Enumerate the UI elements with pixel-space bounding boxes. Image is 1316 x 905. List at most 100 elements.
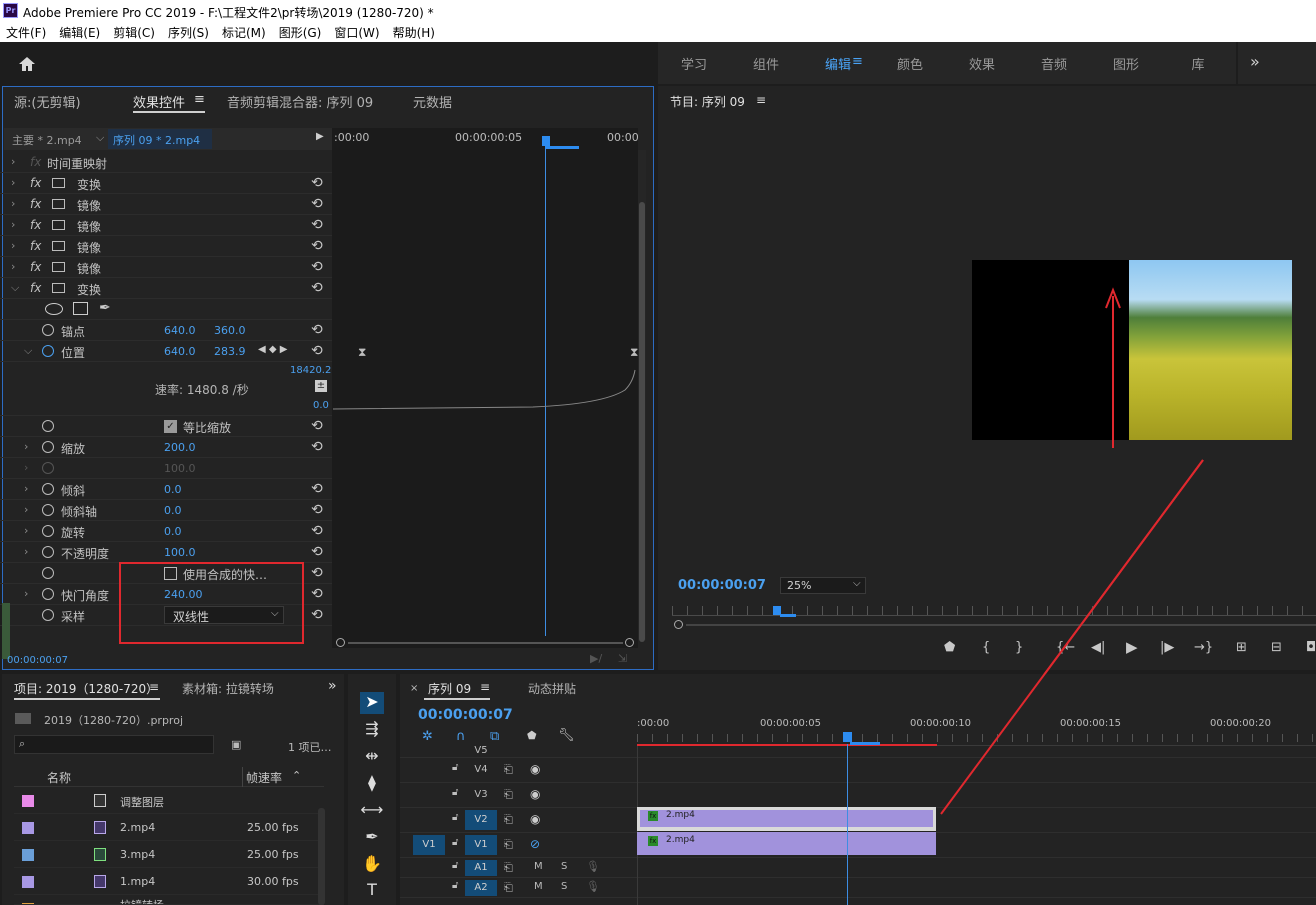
reset-icon[interactable]: ⟲ (311, 439, 323, 455)
step-back-icon[interactable]: ◀| (1091, 640, 1105, 655)
reset-icon[interactable]: ⟲ (311, 418, 323, 434)
fx-icon[interactable]: fx (30, 239, 41, 253)
motion-icon[interactable] (52, 262, 65, 272)
sync-lock-icon[interactable]: ⎗ (504, 861, 513, 875)
workspace-menu-icon[interactable]: ≡ (852, 54, 863, 69)
microphone-icon[interactable]: 🎙︎ (586, 880, 600, 893)
track-label[interactable]: V4 (465, 760, 497, 780)
chevron-down-icon[interactable]: ⌵ (11, 281, 19, 295)
hand-tool-icon[interactable]: ✋ (360, 854, 384, 876)
microphone-icon[interactable]: 🎙︎ (586, 860, 600, 873)
project-item[interactable]: 调整图层 (14, 787, 324, 814)
reset-icon[interactable]: ⟲ (311, 523, 323, 539)
effect-row-transform[interactable]: › fx 变换 ⟲ (0, 173, 332, 194)
track-label[interactable]: A1 (465, 860, 497, 876)
track-label[interactable]: V3 (465, 785, 497, 805)
program-title[interactable]: 节目: 序列 09 (670, 93, 745, 110)
rotation-value[interactable]: 0.0 (164, 525, 182, 538)
lock-icon[interactable]: 🔓︎ (452, 880, 458, 891)
project-menu-icon[interactable]: ≡ (149, 680, 159, 694)
property-rotation[interactable]: › 旋转 0.0 ⟲ (0, 521, 332, 542)
fx-icon[interactable]: fx (30, 281, 41, 295)
label-color[interactable] (22, 822, 34, 834)
position-y-value[interactable]: 283.9 (214, 345, 246, 358)
workspace-assembly[interactable]: 组件 (730, 54, 802, 73)
keyframe-nav-icon[interactable]: ◀ ◆ ▶ (258, 344, 287, 355)
lift-icon[interactable]: ⊞ (1236, 640, 1247, 655)
effect-timecode[interactable]: 00:00:00:07 (7, 655, 68, 666)
menu-window[interactable]: 窗口(W) (334, 24, 379, 41)
motion-icon[interactable] (52, 241, 65, 251)
program-scrollbar[interactable] (672, 620, 1316, 630)
property-opacity[interactable]: › 不透明度 100.0 ⟲ (0, 542, 332, 563)
workspace-audio[interactable]: 音频 (1018, 54, 1090, 73)
type-tool-icon[interactable]: T (360, 880, 384, 902)
mark-out-icon[interactable]: } (1015, 640, 1023, 655)
skew-axis-value[interactable]: 0.0 (164, 504, 182, 517)
lock-icon[interactable]: 🔓︎ (452, 860, 458, 871)
stopwatch-icon[interactable] (42, 588, 54, 600)
sync-lock-icon[interactable]: ⎗ (504, 763, 513, 777)
clip-v2[interactable]: fx 2.mp4 (637, 807, 936, 831)
play-icon[interactable]: ▶ (1126, 638, 1138, 656)
step-forward-icon[interactable]: |▶ (1160, 640, 1174, 655)
menu-marker[interactable]: 标记(M) (222, 24, 266, 41)
eye-icon[interactable]: ◉ (530, 762, 540, 776)
export-frame-icon[interactable]: ◘ (1306, 640, 1316, 655)
eye-icon[interactable]: ◉ (530, 812, 540, 826)
stopwatch-icon[interactable] (42, 567, 54, 579)
chevron-right-icon[interactable]: › (11, 260, 15, 273)
project-scrollbar[interactable] (318, 808, 325, 905)
label-color[interactable] (22, 876, 34, 888)
workspace-editing[interactable]: 编辑 (802, 54, 874, 73)
project-search-input[interactable]: ⌕ (14, 735, 214, 754)
go-to-out-icon[interactable]: →} (1194, 640, 1213, 655)
ripple-edit-tool-icon[interactable]: ⇹ (360, 746, 384, 768)
lock-icon[interactable]: 🔓︎ (452, 812, 458, 823)
razor-tool-icon[interactable]: ⧫ (360, 773, 384, 795)
eye-hidden-icon[interactable]: ⊘ (530, 837, 540, 851)
fx-icon[interactable]: fx (30, 218, 41, 232)
project-item[interactable]: 3.mp4 25.00 fps (14, 841, 324, 868)
chevron-right-icon[interactable]: › (11, 176, 15, 189)
sync-lock-icon[interactable]: ⎗ (504, 788, 513, 802)
effect-row-mirror[interactable]: › fx 镜像 ⟲ (0, 236, 332, 257)
motion-icon[interactable] (52, 199, 65, 209)
solo-button[interactable]: S (561, 881, 567, 892)
tab-effect-controls[interactable]: 效果控件 (133, 92, 185, 111)
reset-icon[interactable]: ⟲ (311, 607, 323, 623)
sync-lock-icon[interactable]: ⎗ (504, 838, 513, 852)
column-name[interactable]: 名称 (47, 769, 71, 786)
scale-value[interactable]: 200.0 (164, 441, 196, 454)
mark-in-icon[interactable]: { (982, 640, 990, 655)
fx-icon[interactable]: fx (30, 260, 41, 274)
opacity-value[interactable]: 100.0 (164, 546, 196, 559)
lock-icon[interactable]: 🔓︎ (452, 837, 458, 848)
program-ruler[interactable] (672, 606, 1316, 616)
velocity-graph[interactable] (333, 362, 638, 412)
stopwatch-icon[interactable] (42, 525, 54, 537)
reset-icon[interactable]: ⟲ (311, 238, 323, 254)
reset-icon[interactable]: ⟲ (311, 502, 323, 518)
reset-icon[interactable]: ⟲ (311, 322, 323, 338)
chevron-right-icon[interactable]: › (11, 197, 15, 210)
more-panels-icon[interactable]: » (328, 678, 337, 694)
source-patch[interactable]: V1 (413, 835, 445, 855)
sort-icon[interactable]: ⌃ (292, 769, 301, 782)
new-bin-icon[interactable]: ▣ (231, 738, 241, 751)
tab-menu-icon[interactable]: ≡ (194, 92, 205, 107)
menu-edit[interactable]: 编辑(E) (59, 24, 100, 41)
workspace-learn[interactable]: 学习 (658, 54, 730, 73)
chevron-down-icon[interactable]: ⌵ (96, 131, 104, 145)
work-area-bar[interactable] (545, 146, 579, 149)
pen-mask-icon[interactable]: ✒ (99, 300, 111, 316)
uniform-scale-checkbox[interactable]: ✓ (164, 420, 177, 433)
motion-icon[interactable] (52, 283, 65, 293)
reset-icon[interactable]: ⟲ (311, 544, 323, 560)
chevron-right-icon[interactable]: › (11, 218, 15, 231)
lock-icon[interactable]: 🔓︎ (452, 787, 458, 798)
bezier-handle-icon[interactable]: ± (315, 380, 327, 392)
mute-button[interactable]: M (534, 881, 543, 892)
keyframe-end-icon[interactable]: ⧗ (630, 345, 638, 360)
selection-tool-icon[interactable]: ➤ (360, 692, 384, 714)
